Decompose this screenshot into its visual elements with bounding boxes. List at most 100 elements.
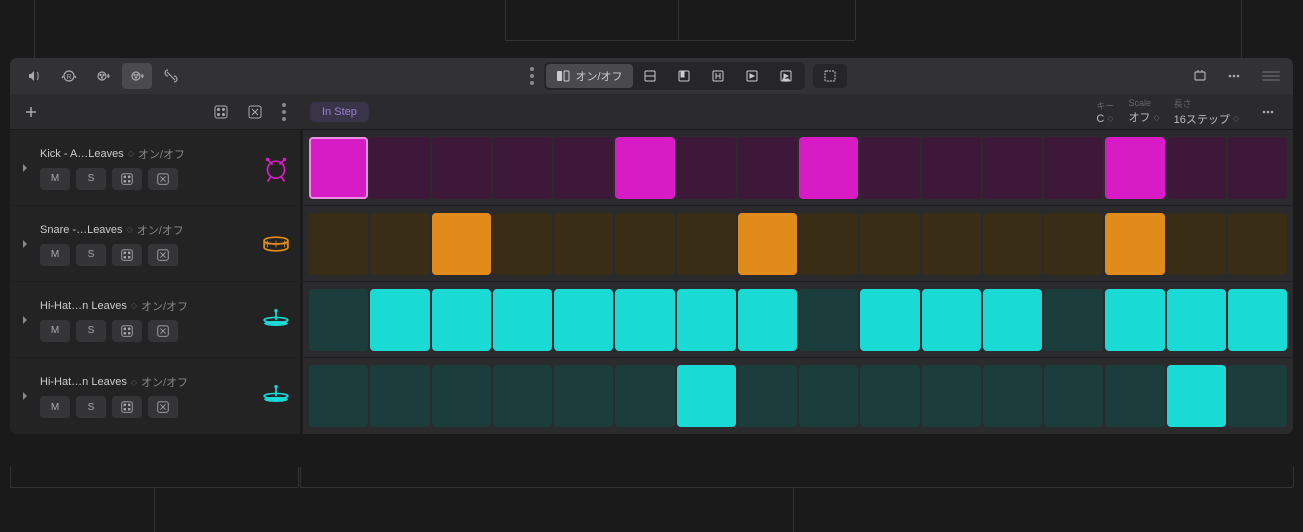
step-cell[interactable] <box>983 213 1042 275</box>
step-cell[interactable] <box>738 213 797 275</box>
row-clear-button[interactable] <box>148 244 178 266</box>
step-cell[interactable] <box>1105 289 1164 351</box>
step-cell[interactable] <box>1167 137 1226 199</box>
mode-onoff-button[interactable]: オン/オフ <box>546 64 632 88</box>
mute-button[interactable]: M <box>40 320 70 342</box>
add-row-button[interactable] <box>18 99 44 125</box>
mode-tie-button[interactable] <box>701 64 735 88</box>
step-cell[interactable] <box>860 289 919 351</box>
row-clear-button[interactable] <box>148 320 178 342</box>
step-cell[interactable] <box>615 137 674 199</box>
clear-button[interactable] <box>242 99 268 125</box>
solo-button[interactable]: S <box>76 396 106 418</box>
step-cell[interactable] <box>1167 289 1226 351</box>
key-param[interactable]: キー C◇ <box>1096 99 1114 125</box>
disclosure-button[interactable] <box>10 206 40 281</box>
step-cell[interactable] <box>1167 213 1226 275</box>
step-cell[interactable] <box>799 137 858 199</box>
toolbar-vdots-icon[interactable] <box>524 67 540 85</box>
volume-icon[interactable] <box>20 63 50 89</box>
link-off-icon[interactable] <box>156 63 186 89</box>
mute-button[interactable]: M <box>40 396 70 418</box>
mute-button[interactable]: M <box>40 244 70 266</box>
step-cell[interactable] <box>1228 213 1287 275</box>
step-cell[interactable] <box>370 365 429 427</box>
step-cell[interactable] <box>493 137 552 199</box>
row-more-icon[interactable] <box>1253 99 1283 125</box>
scale-param[interactable]: Scale オフ◇ <box>1128 98 1159 125</box>
step-cell[interactable] <box>738 365 797 427</box>
step-cell[interactable] <box>1228 137 1287 199</box>
step-cell[interactable] <box>738 137 797 199</box>
step-cell[interactable] <box>677 365 736 427</box>
row-clear-button[interactable] <box>148 396 178 418</box>
row-mode[interactable]: オン/オフ <box>141 374 188 390</box>
step-cell[interactable] <box>554 289 613 351</box>
step-cell[interactable] <box>554 213 613 275</box>
more-icon[interactable] <box>1219 63 1249 89</box>
step-cell[interactable] <box>370 289 429 351</box>
row-randomize-button[interactable] <box>112 244 142 266</box>
step-cell[interactable] <box>860 365 919 427</box>
midi-out-icon[interactable] <box>88 63 118 89</box>
step-cell[interactable] <box>309 365 368 427</box>
mode-octave-button[interactable]: 8va <box>769 64 803 88</box>
step-cell[interactable] <box>493 365 552 427</box>
step-cell[interactable] <box>1044 365 1103 427</box>
step-cell[interactable] <box>1044 289 1103 351</box>
step-cell[interactable] <box>309 137 368 199</box>
row-mode[interactable]: オン/オフ <box>138 146 185 162</box>
step-cell[interactable] <box>677 289 736 351</box>
row-clear-button[interactable] <box>148 168 178 190</box>
solo-button[interactable]: S <box>76 168 106 190</box>
row-randomize-button[interactable] <box>112 396 142 418</box>
step-cell[interactable] <box>922 137 981 199</box>
row-mode[interactable]: オン/オフ <box>141 298 188 314</box>
row-randomize-button[interactable] <box>112 168 142 190</box>
step-cell[interactable] <box>370 213 429 275</box>
step-cell[interactable] <box>922 365 981 427</box>
step-cell[interactable] <box>1105 213 1164 275</box>
solo-button[interactable]: S <box>76 244 106 266</box>
mode-velocity-button[interactable] <box>633 64 667 88</box>
step-cell[interactable] <box>983 137 1042 199</box>
step-cell[interactable] <box>432 289 491 351</box>
row-mode[interactable]: オン/オフ <box>137 222 184 238</box>
disclosure-button[interactable] <box>10 282 40 357</box>
step-cell[interactable] <box>615 365 674 427</box>
header-more-button[interactable] <box>276 103 292 121</box>
mode-note-button[interactable] <box>667 64 701 88</box>
step-cell[interactable] <box>799 289 858 351</box>
automation-record-icon[interactable]: R <box>54 63 84 89</box>
step-cell[interactable] <box>1044 213 1103 275</box>
solo-button[interactable]: S <box>76 320 106 342</box>
step-cell[interactable] <box>922 289 981 351</box>
step-cell[interactable] <box>1105 365 1164 427</box>
mode-chance-button[interactable] <box>813 64 847 88</box>
mute-button[interactable]: M <box>40 168 70 190</box>
step-cell[interactable] <box>493 213 552 275</box>
in-step-chip[interactable]: In Step <box>310 102 369 122</box>
step-cell[interactable] <box>1044 137 1103 199</box>
step-cell[interactable] <box>432 365 491 427</box>
step-cell[interactable] <box>799 213 858 275</box>
drag-handle-icon[interactable] <box>1259 71 1283 81</box>
step-cell[interactable] <box>615 213 674 275</box>
step-cell[interactable] <box>799 365 858 427</box>
step-cell[interactable] <box>983 365 1042 427</box>
step-cell[interactable] <box>309 289 368 351</box>
step-cell[interactable] <box>738 289 797 351</box>
step-cell[interactable] <box>1167 365 1226 427</box>
step-cell[interactable] <box>432 137 491 199</box>
step-cell[interactable] <box>983 289 1042 351</box>
step-cell[interactable] <box>1105 137 1164 199</box>
step-cell[interactable] <box>554 365 613 427</box>
step-cell[interactable] <box>860 213 919 275</box>
length-param[interactable]: 長さ 16ステップ◇ <box>1174 97 1239 127</box>
step-cell[interactable] <box>1228 365 1287 427</box>
step-cell[interactable] <box>615 289 674 351</box>
step-cell[interactable] <box>493 289 552 351</box>
step-cell[interactable] <box>309 213 368 275</box>
step-cell[interactable] <box>677 137 736 199</box>
step-cell[interactable] <box>677 213 736 275</box>
